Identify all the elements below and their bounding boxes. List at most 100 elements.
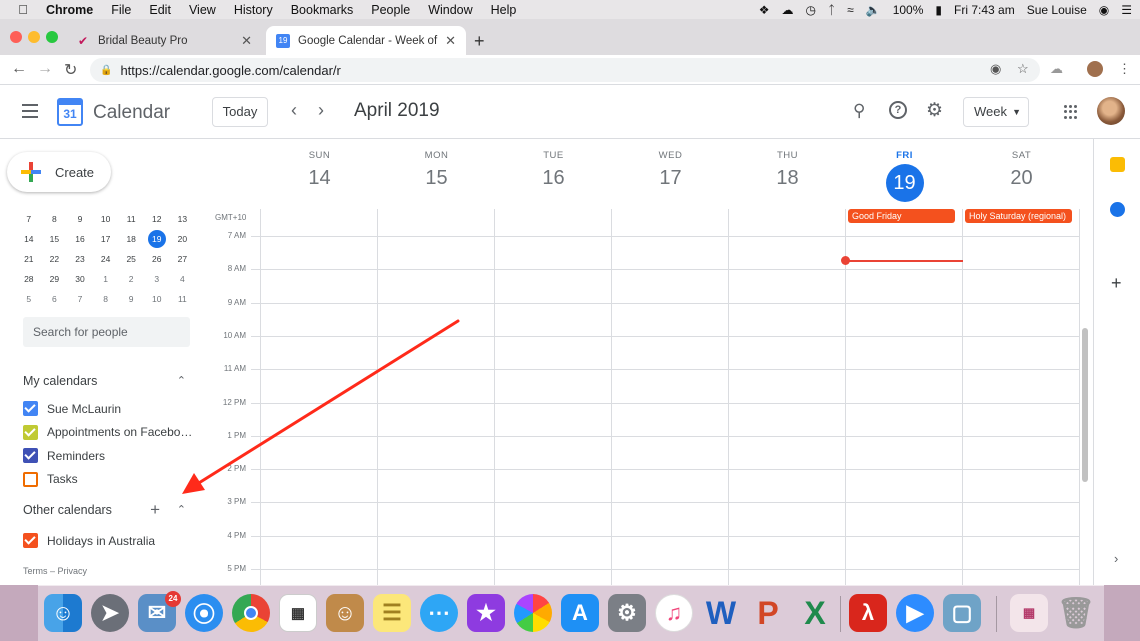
mini-calendar-day[interactable]: 1 xyxy=(93,269,119,289)
mini-calendar-day[interactable]: 10 xyxy=(144,289,170,309)
user-name[interactable]: Sue Louise xyxy=(1027,3,1087,17)
calendar-checkbox[interactable] xyxy=(23,533,38,548)
mini-calendar-day[interactable]: 3 xyxy=(144,269,170,289)
add-calendar-icon[interactable]: + xyxy=(150,500,160,520)
view-selector[interactable]: Week ▼ xyxy=(963,97,1029,127)
notification-center-icon[interactable]: ☰ xyxy=(1121,3,1132,17)
profile-avatar-icon[interactable] xyxy=(1087,61,1103,77)
mini-calendar-day[interactable]: 11 xyxy=(118,209,144,229)
day-header-tue[interactable]: TUE 16 xyxy=(495,150,612,190)
calendar-list-item[interactable]: Reminders xyxy=(23,448,193,463)
keep-icon[interactable] xyxy=(1110,157,1125,172)
app-store-icon[interactable]: A xyxy=(561,594,599,632)
menu-window[interactable]: Window xyxy=(428,3,472,17)
address-bar[interactable]: 🔒 https://calendar.google.com/calendar/r xyxy=(90,58,1040,82)
google-apps-icon[interactable] xyxy=(1064,105,1078,119)
siri-icon[interactable]: ◉ xyxy=(1099,3,1109,17)
mini-calendar-day[interactable]: 24 xyxy=(93,249,119,269)
drive-extension-icon[interactable]: ☁ xyxy=(1050,61,1063,77)
mini-calendar-day[interactable]: 8 xyxy=(93,289,119,309)
excel-icon[interactable]: X xyxy=(796,594,834,632)
day-header-fri[interactable]: FRI 19 xyxy=(846,150,963,202)
mini-calendar-day[interactable]: 20 xyxy=(170,229,196,249)
calendar-list-item[interactable]: Appointments on Facebook xyxy=(23,424,193,440)
day-header-mon[interactable]: MON 15 xyxy=(378,150,495,190)
acrobat-icon[interactable]: λ xyxy=(849,594,887,632)
eye-icon[interactable]: ◉ xyxy=(990,61,1001,77)
mini-calendar-day[interactable]: 30 xyxy=(67,269,93,289)
search-icon[interactable]: ⚲ xyxy=(853,101,865,121)
mini-calendar-day[interactable]: 9 xyxy=(67,209,93,229)
battery-icon[interactable]: ▮ xyxy=(935,3,942,17)
window-close-button[interactable] xyxy=(10,31,22,43)
calendar-list-item[interactable]: Sue McLaurin xyxy=(23,401,193,416)
terms-privacy-links[interactable]: Terms – Privacy xyxy=(23,566,87,576)
day-date[interactable]: 15 xyxy=(425,167,447,190)
mini-calendar-day[interactable]: 4 xyxy=(170,269,196,289)
battery-percent[interactable]: 100% xyxy=(893,3,924,17)
mini-calendar-day[interactable]: 28 xyxy=(16,269,42,289)
menu-help[interactable]: Help xyxy=(491,3,517,17)
calendar-list-item[interactable]: Tasks xyxy=(23,471,193,487)
mini-calendar-day[interactable]: 2 xyxy=(118,269,144,289)
day-header-sun[interactable]: SUN 14 xyxy=(261,150,378,190)
menu-people[interactable]: People xyxy=(371,3,410,17)
day-date[interactable]: 17 xyxy=(659,167,681,190)
back-arrow-icon[interactable]: ← xyxy=(11,60,27,78)
mini-calendar-day[interactable]: 11 xyxy=(170,289,196,309)
downloads-stack-icon[interactable]: ▦ xyxy=(1010,594,1048,632)
mini-calendar-day[interactable]: 9 xyxy=(118,289,144,309)
mini-calendar-day[interactable]: 14 xyxy=(16,229,42,249)
mini-calendar-day[interactable]: 10 xyxy=(93,209,119,229)
tab-bridal-beauty-pro[interactable]: ✔ Bridal Beauty Pro ✕ xyxy=(66,26,262,55)
expand-panel-chevron-icon[interactable]: › xyxy=(1114,551,1118,566)
launchpad-icon[interactable]: ➤ xyxy=(91,594,129,632)
mini-calendar-day[interactable]: 6 xyxy=(42,289,68,309)
mini-calendar-day[interactable]: 27 xyxy=(170,249,196,269)
clock[interactable]: Fri 7:43 am xyxy=(954,3,1015,17)
mini-calendar-day[interactable]: 12 xyxy=(144,209,170,229)
powerpoint-icon[interactable]: P xyxy=(749,594,787,632)
day-header-wed[interactable]: WED 17 xyxy=(612,150,729,190)
calendar-checkbox[interactable] xyxy=(23,448,38,463)
itunes-icon[interactable]: ♫ xyxy=(655,594,693,632)
mini-calendar-day[interactable]: 17 xyxy=(93,229,119,249)
bluetooth-icon[interactable]: ᛏ xyxy=(828,3,835,17)
notes-icon[interactable]: ☰ xyxy=(373,594,411,632)
all-day-event[interactable]: Good Friday xyxy=(848,209,955,223)
grid-scrollbar[interactable] xyxy=(1082,328,1088,482)
mini-calendar-day[interactable]: 5 xyxy=(16,289,42,309)
system-preferences-icon[interactable]: ⚙ xyxy=(608,594,646,632)
day-date[interactable]: 18 xyxy=(776,167,798,190)
apple-menu-icon[interactable]:  xyxy=(14,2,32,17)
calendar-list-item[interactable]: Holidays in Australia xyxy=(23,533,193,548)
menu-view[interactable]: View xyxy=(189,3,216,17)
mini-calendar-day[interactable]: 29 xyxy=(42,269,68,289)
day-date[interactable]: 20 xyxy=(1010,167,1032,190)
new-tab-button[interactable]: + xyxy=(474,31,485,52)
zoom-icon[interactable]: ▶ xyxy=(896,594,934,632)
chrome-icon[interactable] xyxy=(232,594,270,632)
mini-calendar-day[interactable]: 16 xyxy=(67,229,93,249)
calendar-checkbox[interactable] xyxy=(23,424,38,440)
calendar-checkbox[interactable] xyxy=(23,401,38,416)
menu-file[interactable]: File xyxy=(111,3,131,17)
mini-calendar-day[interactable]: 8 xyxy=(42,209,68,229)
dropbox-icon[interactable]: ❖ xyxy=(759,3,770,17)
cloud-icon[interactable]: ☁ xyxy=(781,3,793,17)
messages-icon[interactable]: ⋯ xyxy=(420,594,458,632)
my-calendars-header[interactable]: My calendars ⌃ xyxy=(23,374,190,388)
forward-arrow-icon[interactable]: → xyxy=(37,60,53,78)
menu-edit[interactable]: Edit xyxy=(149,3,171,17)
menu-chrome[interactable]: Chrome xyxy=(46,3,93,17)
chrome-menu-icon[interactable]: ⋮ xyxy=(1118,61,1131,77)
all-day-event[interactable]: Holy Saturday (regional) xyxy=(965,209,1072,223)
photos-icon[interactable] xyxy=(514,594,552,632)
search-people-input[interactable]: Search for people xyxy=(23,317,190,347)
mini-calendar-today[interactable]: 19 xyxy=(144,229,170,249)
mini-calendar-day[interactable]: 7 xyxy=(16,209,42,229)
mini-calendar-day[interactable]: 7 xyxy=(67,289,93,309)
mail-stamp-icon[interactable]: ✉ 24 xyxy=(138,591,181,632)
mini-calendar-day[interactable]: 25 xyxy=(118,249,144,269)
day-header-thu[interactable]: THU 18 xyxy=(729,150,846,190)
